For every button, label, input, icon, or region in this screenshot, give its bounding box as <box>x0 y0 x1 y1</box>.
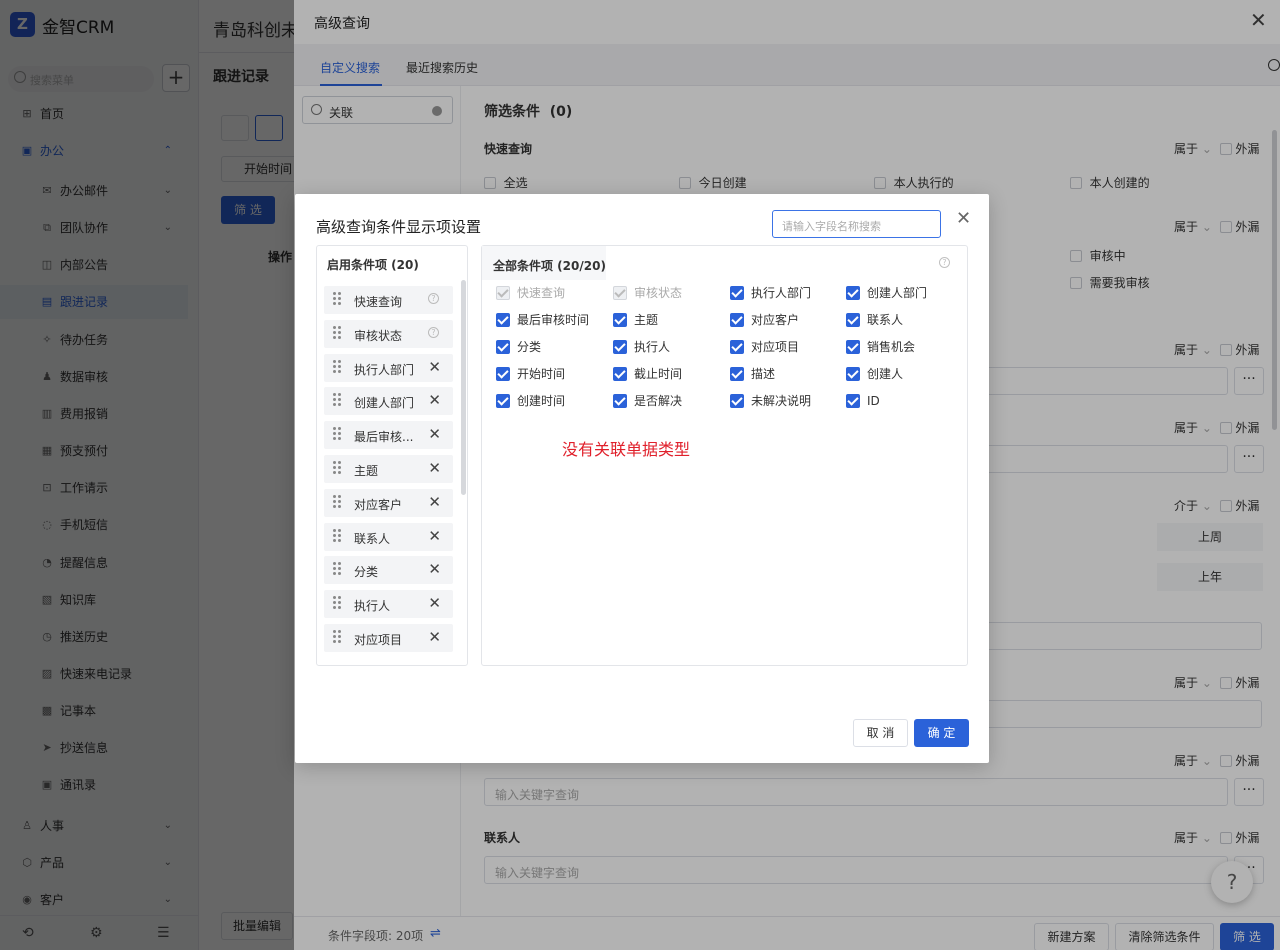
enabled-condition-label: 主题 <box>354 464 379 478</box>
condition-label: 截止时间 <box>634 367 683 381</box>
remove-icon[interactable]: ✕ <box>428 594 441 612</box>
enabled-condition-label: 对应项目 <box>354 633 403 647</box>
drag-handle-icon[interactable] <box>333 325 341 340</box>
remove-icon[interactable]: ✕ <box>428 425 441 443</box>
enabled-scrollbar[interactable] <box>461 280 466 495</box>
drag-handle-icon[interactable] <box>333 596 341 610</box>
checkbox-checked-icon <box>846 367 860 381</box>
remove-icon[interactable]: ✕ <box>428 493 441 511</box>
remove-icon[interactable]: ✕ <box>428 560 441 578</box>
checkbox-checked-icon <box>730 313 744 327</box>
modal-title: 高级查询条件显示项设置 <box>316 218 482 236</box>
drag-handle-icon[interactable] <box>333 359 341 374</box>
checkbox-checked-icon <box>730 340 744 354</box>
checkbox-checked-icon <box>613 313 627 327</box>
checkbox-checked-icon <box>730 367 744 381</box>
enabled-conditions-panel: 启用条件项 (20) 快速查询? 审核状态? 执行人部门 ✕ 创建人部门 ✕ 最后审核...… <box>316 245 468 666</box>
drag-handle-icon[interactable] <box>333 393 341 407</box>
checkbox-checked-icon <box>613 367 627 381</box>
checkbox-checked-icon <box>496 313 510 327</box>
remove-icon[interactable]: ✕ <box>428 628 441 646</box>
enabled-condition-label: 联系人 <box>354 531 391 546</box>
enabled-condition-label: 执行人 <box>354 599 391 614</box>
enabled-condition-label: 快速查询 <box>354 295 403 309</box>
condition-label: 联系人 <box>867 313 904 327</box>
condition-label: 分类 <box>517 340 542 354</box>
checkbox-checked-icon <box>846 394 860 408</box>
condition-label: 是否解决 <box>634 394 683 408</box>
checkbox-checked-icon <box>846 313 860 327</box>
drag-handle-icon[interactable] <box>333 427 341 441</box>
checkbox-checked-icon <box>496 394 510 408</box>
annotation-text: 没有关联单据类型 <box>562 440 691 459</box>
condition-label: 创建时间 <box>517 394 566 408</box>
drag-handle-icon[interactable] <box>333 494 341 509</box>
checkbox-checked-icon <box>613 286 627 300</box>
ok-button[interactable]: 确 定 <box>914 719 969 747</box>
enabled-header: 启用条件项 (20) <box>327 258 419 272</box>
enabled-condition-item[interactable]: 审核状态? <box>324 319 453 348</box>
cancel-button[interactable]: 取 消 <box>853 719 908 747</box>
enabled-condition-label: 对应客户 <box>354 497 403 512</box>
condition-label: 对应项目 <box>751 340 800 354</box>
enabled-condition-label: 执行人部门 <box>354 362 415 377</box>
checkbox-checked-icon <box>846 286 860 300</box>
checkbox-checked-icon <box>613 340 627 354</box>
condition-label: 执行人 <box>634 340 671 354</box>
condition-label: 对应客户 <box>751 313 800 327</box>
checkbox-checked-icon <box>730 286 744 300</box>
enabled-condition-label: 分类 <box>354 565 379 580</box>
condition-label: 快速查询 <box>517 286 566 300</box>
condition-label: 未解决说明 <box>751 394 812 408</box>
enabled-condition-item[interactable]: 联系人 ✕ <box>324 522 453 551</box>
enabled-condition-item[interactable]: 快速查询? <box>324 286 453 314</box>
remove-icon[interactable]: ✕ <box>428 358 441 376</box>
condition-label: 审核状态 <box>634 286 683 300</box>
enabled-condition-label: 最后审核... <box>354 430 414 445</box>
condition-label: 主题 <box>634 313 659 327</box>
enabled-condition-item[interactable]: 执行人 ✕ <box>324 590 453 619</box>
enabled-condition-item[interactable]: 执行人部门 ✕ <box>324 353 453 382</box>
drag-handle-icon[interactable] <box>333 292 341 306</box>
help-icon[interactable]: ? <box>939 257 950 268</box>
enabled-condition-item[interactable]: 对应项目 ✕ <box>324 624 453 652</box>
condition-label: 创建人 <box>867 367 904 381</box>
enabled-condition-label: 审核状态 <box>354 328 403 343</box>
checkbox-checked-icon <box>730 394 744 408</box>
condition-label: 创建人部门 <box>867 286 928 300</box>
checkbox-checked-icon <box>496 367 510 381</box>
enabled-condition-item[interactable]: 分类 ✕ <box>324 556 453 585</box>
modal-search-input[interactable]: 请输入字段名称搜索 <box>772 210 941 238</box>
condition-label: 执行人部门 <box>751 286 812 300</box>
close-icon[interactable]: ✕ <box>956 208 971 229</box>
checkbox-checked-icon <box>496 286 510 300</box>
enabled-condition-item[interactable]: 最后审核... ✕ <box>324 421 453 450</box>
help-icon[interactable]: ? <box>428 326 439 338</box>
enabled-condition-item[interactable]: 主题 ✕ <box>324 455 453 483</box>
all-conditions-panel: 全部条件项 (20/20) ? 快速查询 审核状态 执行人部门 创建人部门最后审核时间… <box>481 245 968 666</box>
condition-label: 描述 <box>751 367 776 381</box>
condition-label: ID <box>867 394 880 408</box>
help-icon[interactable]: ? <box>428 293 439 304</box>
condition-label: 销售机会 <box>867 340 916 354</box>
condition-label: 最后审核时间 <box>517 313 590 327</box>
drag-handle-icon[interactable] <box>333 562 341 576</box>
checkbox-checked-icon <box>496 340 510 354</box>
drag-handle-icon[interactable] <box>333 528 341 543</box>
drag-handle-icon[interactable] <box>333 461 341 475</box>
remove-icon[interactable]: ✕ <box>428 459 441 477</box>
checkbox-checked-icon <box>846 340 860 354</box>
condition-label: 开始时间 <box>517 367 566 381</box>
remove-icon[interactable]: ✕ <box>428 527 441 545</box>
drag-handle-icon[interactable] <box>333 630 341 644</box>
enabled-condition-item[interactable]: 对应客户 ✕ <box>324 488 453 517</box>
all-header-tab: 全部条件项 (20/20) <box>482 246 606 280</box>
enabled-condition-label: 创建人部门 <box>354 396 415 411</box>
remove-icon[interactable]: ✕ <box>428 391 441 409</box>
enabled-condition-item[interactable]: 创建人部门 ✕ <box>324 387 453 416</box>
checkbox-checked-icon <box>613 394 627 408</box>
display-settings-modal: 高级查询条件显示项设置 请输入字段名称搜索 ✕ 启用条件项 (20) 快速查询?… <box>295 194 989 763</box>
